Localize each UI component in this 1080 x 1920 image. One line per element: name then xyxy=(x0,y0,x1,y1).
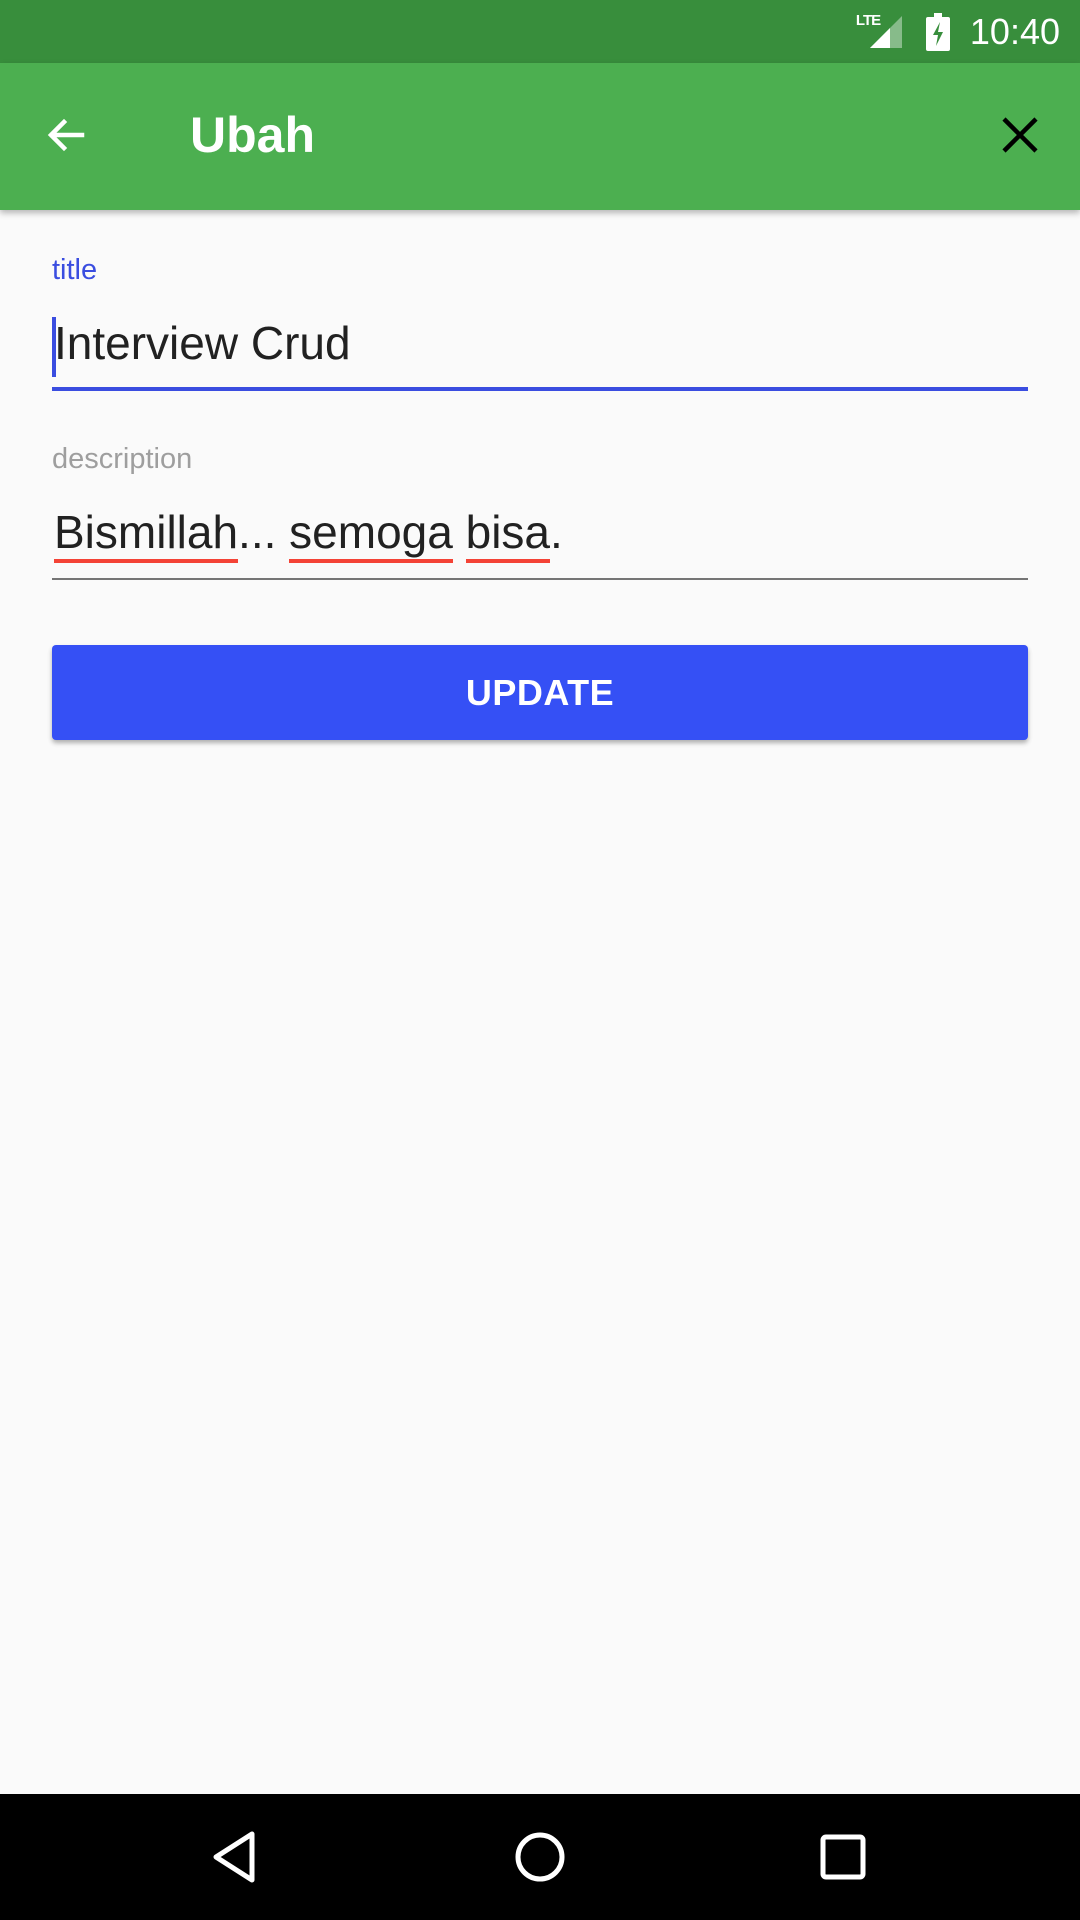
text-cursor xyxy=(52,317,56,377)
description-text-segment: . xyxy=(550,506,563,558)
misspelled-word: semoga xyxy=(289,506,453,563)
battery-charging-icon xyxy=(925,12,950,51)
description-input-value: Bismillah... semoga bisa. xyxy=(52,505,563,563)
description-space xyxy=(453,506,466,558)
close-button[interactable] xyxy=(988,103,1052,167)
back-button[interactable] xyxy=(34,103,98,167)
arrow-back-icon xyxy=(47,118,85,152)
title-field[interactable]: title Interview Crud xyxy=(52,256,1028,391)
system-nav-bar xyxy=(0,1794,1080,1920)
close-icon xyxy=(1002,117,1038,153)
nav-home-circle-icon xyxy=(515,1832,565,1882)
misspelled-word: bisa xyxy=(465,506,551,563)
description-field-underline xyxy=(52,578,1028,580)
nav-back-button[interactable] xyxy=(200,1822,270,1892)
title-input-value: Interview Crud xyxy=(54,317,351,369)
nav-recents-square-icon xyxy=(820,1834,866,1880)
lte-signal-icon: LTE xyxy=(856,12,904,52)
description-space xyxy=(276,506,289,558)
page-title: Ubah xyxy=(190,107,315,163)
description-input[interactable]: Bismillah... semoga bisa. xyxy=(52,496,1028,568)
nav-recents-button[interactable] xyxy=(808,1822,878,1892)
status-icons: LTE 10:40 xyxy=(856,0,1060,63)
title-field-underline xyxy=(52,387,1028,391)
status-bar: LTE 10:40 xyxy=(0,0,1080,63)
title-input[interactable]: Interview Crud xyxy=(52,307,1028,379)
status-clock: 10:40 xyxy=(969,10,1060,52)
description-text-segment: ... xyxy=(238,506,277,558)
app-bar: Ubah xyxy=(0,63,1080,210)
nav-home-button[interactable] xyxy=(505,1822,575,1892)
title-field-label: title xyxy=(52,254,98,286)
misspelled-word: Bismillah xyxy=(54,506,239,563)
update-button[interactable]: UPDATE xyxy=(52,645,1028,740)
nav-back-triangle-icon xyxy=(213,1831,255,1883)
description-field-label: description xyxy=(52,443,193,475)
description-field[interactable]: description Bismillah... semoga bisa. xyxy=(52,445,1028,580)
